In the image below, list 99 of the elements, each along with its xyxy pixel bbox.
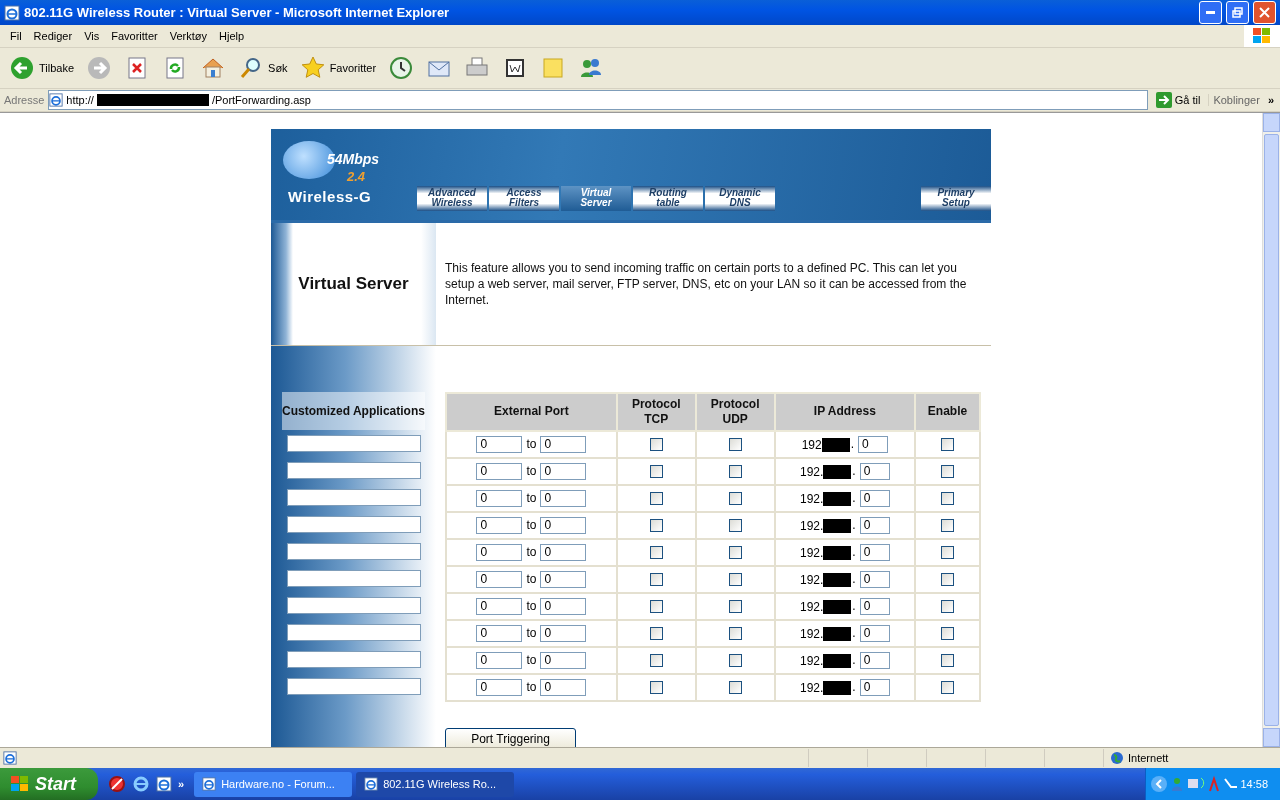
ip-field[interactable]: 0 (859, 516, 890, 534)
to-label: to (526, 653, 537, 668)
ip-field[interactable]: 0 (859, 651, 890, 669)
ip-field[interactable]: 0 (859, 570, 890, 588)
ip-field[interactable]: 0 (859, 678, 890, 696)
column-label: Customized Applications (282, 391, 425, 430)
to-label: to (526, 680, 537, 695)
ip-dot: . (852, 680, 856, 695)
ip-dot: . (852, 518, 856, 533)
ip-prefix: 192. (799, 653, 824, 668)
port-field[interactable]: 0 (540, 570, 587, 588)
address-label: Adresse (4, 93, 45, 106)
nav-tab[interactable]: Dynamic DNS (705, 185, 775, 211)
menu-item[interactable]: Rediger (27, 30, 79, 43)
ip-prefix: 192. (799, 518, 824, 533)
ip-dot: . (852, 491, 856, 506)
menu-item[interactable]: Favoritter (105, 30, 164, 43)
address-field[interactable]: http:// /PortForwarding.asp (48, 89, 1148, 110)
window-title: 802.11G Wireless Router : Virtual Server - Microsoft Internet Explorer (24, 5, 451, 21)
ip-dot: . (852, 599, 856, 614)
port-field[interactable]: 0 (476, 678, 523, 696)
nav-tab[interactable]: Access Filters (489, 185, 559, 211)
to-label: to (526, 437, 537, 452)
port-field[interactable]: 0 (540, 543, 587, 561)
chevron-button[interactable]: » (178, 778, 185, 790)
port-field[interactable]: 0 (540, 462, 587, 480)
port-field[interactable]: 0 (540, 651, 587, 669)
port-field[interactable]: 0 (540, 597, 587, 615)
to-label: to (526, 545, 537, 560)
links-label[interactable]: Koblinger (1208, 93, 1264, 106)
taskbar-button[interactable]: 802.11G Wireless Ro... (356, 771, 515, 797)
ip-prefix: 192. (799, 572, 824, 587)
nav-tab[interactable]: Virtual Server (561, 185, 631, 211)
to-label: to (526, 626, 537, 641)
column-header: External Port (446, 392, 617, 431)
column-header: Protocol TCP (616, 392, 696, 431)
clock: 14:58 (1240, 778, 1269, 790)
port-triggering-button[interactable]: Port Triggering (445, 727, 576, 747)
logo-name: Wireless-G (288, 187, 372, 205)
search-button[interactable]: Søk (235, 51, 291, 86)
to-label: to (526, 599, 537, 614)
logo-speed: 54Mbps (327, 150, 380, 167)
port-field[interactable]: 0 (476, 543, 523, 561)
port-field[interactable]: 0 (476, 516, 523, 534)
logo-number: 2.4 (347, 168, 366, 184)
ip-prefix: 192 (801, 437, 822, 452)
ip-prefix: 192. (799, 680, 824, 695)
port-field[interactable]: 0 (476, 624, 523, 642)
zone-label: Internett (1128, 751, 1169, 764)
nav-tab[interactable]: Primary Setup (921, 185, 991, 211)
port-field[interactable]: 0 (476, 462, 523, 480)
to-label: to (526, 464, 537, 479)
port-field[interactable]: 0 (476, 597, 523, 615)
column-header: Enable (915, 392, 980, 431)
favorites-button[interactable]: Favoritter (296, 51, 380, 86)
start-button[interactable]: Start (0, 768, 98, 800)
ip-prefix: 192. (799, 545, 824, 560)
ip-field[interactable]: 0 (858, 435, 888, 453)
ip-dot: . (850, 437, 854, 452)
ip-field[interactable]: 0 (859, 543, 890, 561)
ip-prefix: 192. (799, 626, 824, 641)
ip-prefix: 192. (799, 491, 824, 506)
back-button[interactable]: Tilbake (6, 51, 78, 86)
port-field[interactable]: 0 (540, 435, 587, 453)
ip-field[interactable]: 0 (859, 624, 890, 642)
menu-item[interactable]: Verktøy (163, 30, 213, 43)
menu-item[interactable]: Vis (78, 30, 106, 43)
ip-dot: . (852, 572, 856, 587)
to-label: to (526, 491, 537, 506)
ip-field[interactable]: 0 (859, 489, 890, 507)
port-field[interactable]: 0 (476, 489, 523, 507)
ip-dot: . (852, 464, 856, 479)
to-label: to (526, 572, 537, 587)
port-field[interactable]: 0 (476, 570, 523, 588)
ip-dot: . (852, 545, 856, 560)
ip-field[interactable]: 0 (859, 597, 890, 615)
description-text: This feature allows you to send incoming traffic on certain ports to a defined PC. This can let you setup a web server, mail server, FTP server, DNS, etc on your LAN so it can be accessed from the Internet. (444, 259, 968, 309)
section-title: Virtual Server (271, 222, 436, 345)
go-button[interactable]: Gå til (1151, 91, 1205, 108)
menu-item[interactable]: Hjelp (213, 30, 251, 43)
port-field[interactable]: 0 (476, 435, 523, 453)
column-header: IP Address (774, 392, 915, 431)
ip-dot: . (852, 653, 856, 668)
nav-tab[interactable]: Advanced Wireless (417, 185, 487, 211)
port-field[interactable]: 0 (540, 516, 587, 534)
chevron-button[interactable]: » (1267, 93, 1280, 106)
to-label: to (526, 518, 537, 533)
ip-prefix: 192. (799, 464, 824, 479)
port-field[interactable]: 0 (540, 678, 587, 696)
port-field[interactable]: 0 (540, 489, 587, 507)
nav-tab[interactable]: Routing table (633, 185, 703, 211)
column-header: Protocol UDP (695, 392, 775, 431)
port-field[interactable]: 0 (476, 651, 523, 669)
ip-dot: . (852, 626, 856, 641)
port-field[interactable]: 0 (540, 624, 587, 642)
ip-field[interactable]: 0 (859, 462, 890, 480)
ip-prefix: 192. (799, 599, 824, 614)
menu-item[interactable]: Fil (4, 30, 28, 43)
taskbar-button[interactable]: Hardware.no - Forum... (194, 771, 353, 797)
